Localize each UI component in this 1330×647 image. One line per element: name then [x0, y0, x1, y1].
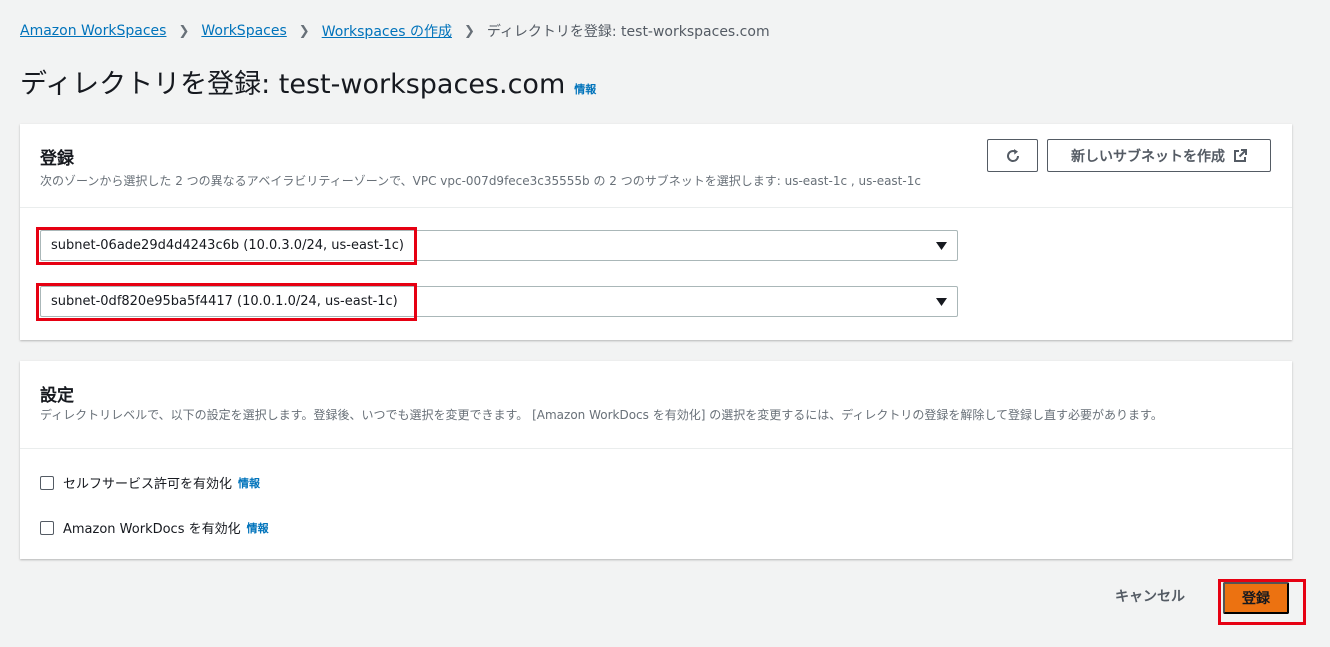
chevron-right-icon: ❯	[463, 23, 475, 39]
register-panel-description: 次のゾーンから選択した 2 つの異なるアベイラビリティーゾーンで、VPC vpc…	[40, 174, 921, 188]
page-header: ディレクトリを登録: test-workspaces.com 情報	[20, 62, 596, 101]
settings-panel: 設定 ディレクトリレベルで、以下の設定を選択します。登録後、いつでも選択を変更で…	[20, 361, 1292, 559]
selfservice-label[interactable]: セルフサービス許可を有効化	[63, 473, 232, 492]
selfservice-checkbox[interactable]	[40, 475, 54, 490]
workdocs-label[interactable]: Amazon WorkDocs を有効化	[63, 518, 241, 537]
selfservice-info-link[interactable]: 情報	[238, 475, 260, 491]
caret-down-icon	[936, 242, 947, 250]
breadcrumb-current: ディレクトリを登録: test-workspaces.com	[486, 24, 770, 40]
highlight-subnet-1	[36, 227, 417, 265]
refresh-icon	[1006, 148, 1019, 162]
selfservice-option: セルフサービス許可を有効化 情報	[40, 473, 260, 492]
settings-panel-header: 設定 ディレクトリレベルで、以下の設定を選択します。登録後、いつでも選択を変更で…	[20, 361, 1292, 449]
workdocs-checkbox[interactable]	[40, 520, 54, 535]
register-panel-title: 登録	[40, 149, 74, 169]
settings-panel-description: ディレクトリレベルで、以下の設定を選択します。登録後、いつでも選択を変更できます…	[40, 408, 1163, 422]
create-subnet-button[interactable]: 新しいサブネットを作成	[1047, 139, 1271, 172]
page-title: ディレクトリを登録: test-workspaces.com	[20, 69, 566, 100]
caret-down-icon	[936, 298, 947, 306]
chevron-right-icon: ❯	[298, 23, 310, 39]
workdocs-info-link[interactable]: 情報	[247, 520, 269, 536]
highlight-subnet-2	[36, 283, 417, 321]
breadcrumb-workspaces[interactable]: WorkSpaces	[201, 23, 286, 39]
workdocs-option: Amazon WorkDocs を有効化 情報	[40, 518, 269, 537]
page-info-link[interactable]: 情報	[574, 81, 596, 97]
settings-panel-title: 設定	[40, 386, 74, 406]
cancel-button[interactable]: キャンセル	[1115, 586, 1185, 606]
register-panel-header: 登録 次のゾーンから選択した 2 つの異なるアベイラビリティーゾーンで、VPC …	[20, 124, 1292, 208]
chevron-right-icon: ❯	[178, 23, 190, 39]
breadcrumb-amazon-workspaces[interactable]: Amazon WorkSpaces	[20, 23, 166, 39]
external-link-icon	[1234, 148, 1247, 162]
highlight-register-button	[1218, 579, 1306, 625]
breadcrumb: Amazon WorkSpaces ❯ WorkSpaces ❯ Workspa…	[20, 21, 770, 41]
breadcrumb-create-workspaces[interactable]: Workspaces の作成	[322, 21, 452, 41]
create-subnet-label: 新しいサブネットを作成	[1071, 147, 1225, 164]
refresh-button[interactable]	[987, 139, 1038, 172]
